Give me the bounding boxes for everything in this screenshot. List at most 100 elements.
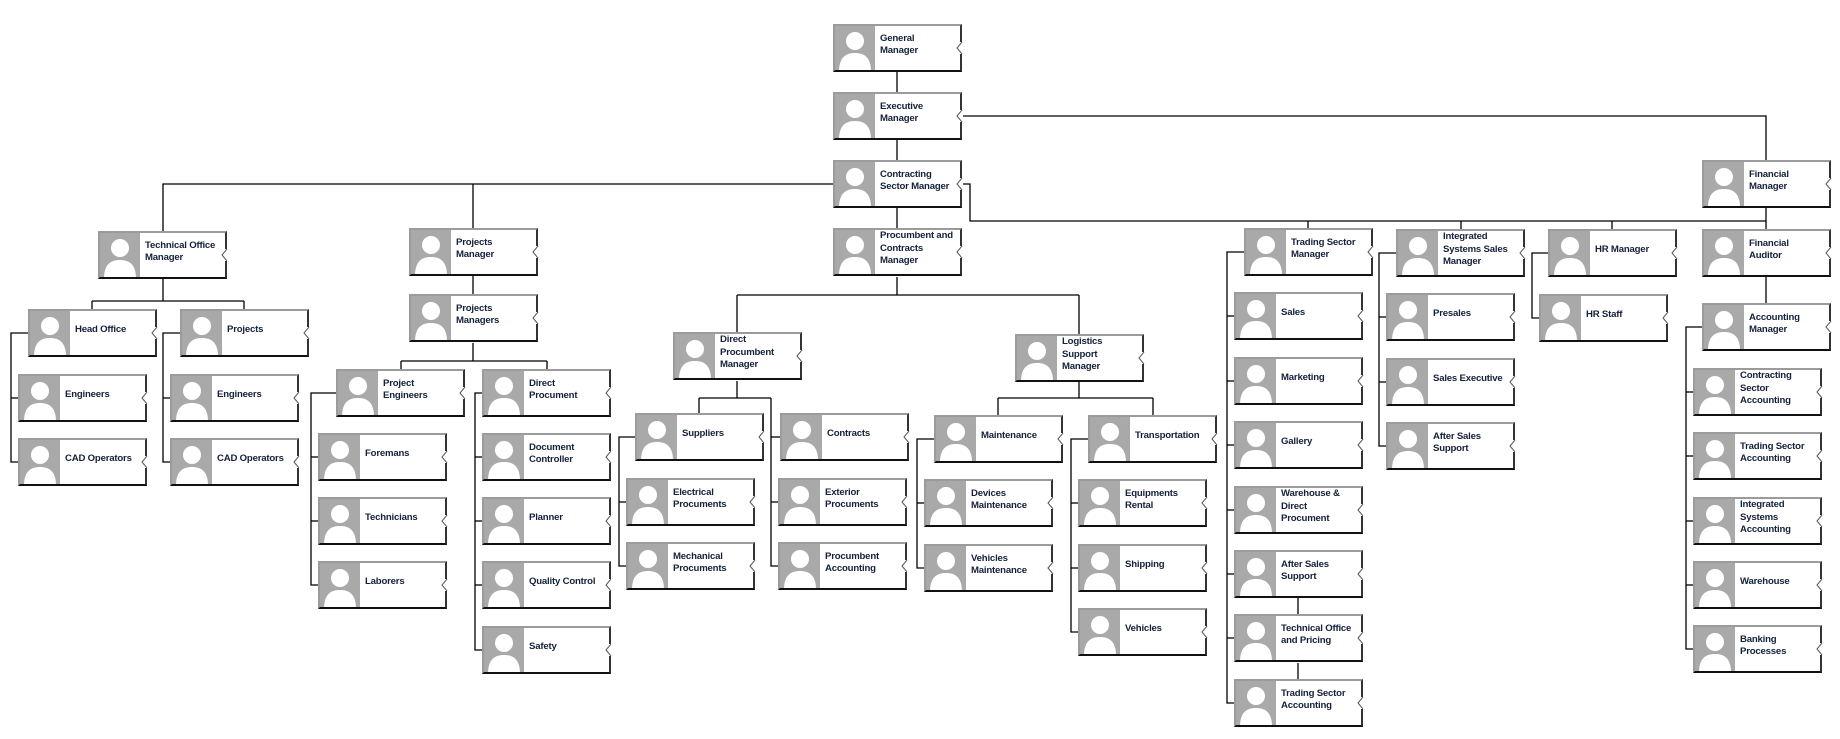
org-node-mechanical-procuments[interactable]: Mechanical Procuments — [626, 542, 756, 590]
collapse-toggle[interactable] — [532, 312, 539, 324]
collapse-toggle[interactable] — [1047, 497, 1054, 509]
org-node-financial-auditor[interactable]: Financial Auditor — [1702, 229, 1832, 277]
collapse-toggle[interactable] — [1357, 697, 1364, 709]
collapse-toggle[interactable] — [1825, 321, 1832, 333]
collapse-toggle[interactable] — [1357, 504, 1364, 516]
collapse-toggle[interactable] — [749, 560, 756, 572]
collapse-toggle[interactable] — [749, 496, 756, 508]
collapse-toggle[interactable] — [1047, 562, 1054, 574]
org-node-warehouse-direct-procument[interactable]: Warehouse & Direct Procument — [1234, 486, 1364, 534]
org-node-gallery[interactable]: Gallery — [1234, 421, 1364, 469]
org-node-executive-manager[interactable]: Executive Manager — [833, 92, 963, 140]
org-node-sales[interactable]: Sales — [1234, 292, 1364, 340]
org-node-contracting-sector-manager[interactable]: Contracting Sector Manager — [833, 160, 963, 208]
org-node-foremans[interactable]: Foremans — [318, 433, 448, 481]
collapse-toggle[interactable] — [141, 456, 148, 468]
collapse-toggle[interactable] — [441, 515, 448, 527]
org-node-head-office-cad-operators[interactable]: CAD Operators — [18, 438, 148, 486]
org-node-contracting-sector-accounting[interactable]: Contracting Sector Accounting — [1693, 368, 1823, 416]
collapse-toggle[interactable] — [1816, 579, 1823, 591]
org-node-general-manager[interactable]: General Manager — [833, 24, 963, 72]
collapse-toggle[interactable] — [605, 387, 612, 399]
collapse-toggle[interactable] — [1671, 247, 1678, 259]
collapse-toggle[interactable] — [796, 350, 803, 362]
collapse-toggle[interactable] — [459, 387, 466, 399]
org-node-projects-manager[interactable]: Projects Manager — [409, 228, 539, 276]
org-node-hr-manager[interactable]: HR Manager — [1548, 229, 1678, 277]
collapse-toggle[interactable] — [1357, 568, 1364, 580]
org-node-technical-office-manager[interactable]: Technical Office Manager — [98, 231, 228, 279]
org-node-integrated-systems-sales-manager[interactable]: Integrated Systems Sales Manager — [1396, 229, 1526, 277]
org-node-transportation[interactable]: Transportation — [1088, 415, 1218, 463]
org-node-projects[interactable]: Projects — [180, 309, 310, 357]
org-node-project-engineers[interactable]: Project Engineers — [336, 369, 466, 417]
collapse-toggle[interactable] — [1357, 375, 1364, 387]
collapse-toggle[interactable] — [532, 246, 539, 258]
org-node-integrated-after-sales-support[interactable]: After Sales Support — [1386, 422, 1516, 470]
collapse-toggle[interactable] — [901, 560, 908, 572]
org-node-maintenance[interactable]: Maintenance — [934, 415, 1064, 463]
collapse-toggle[interactable] — [1816, 386, 1823, 398]
collapse-toggle[interactable] — [1509, 376, 1516, 388]
org-node-planner[interactable]: Planner — [482, 497, 612, 545]
collapse-toggle[interactable] — [221, 249, 228, 261]
collapse-toggle[interactable] — [605, 579, 612, 591]
collapse-toggle[interactable] — [956, 246, 963, 258]
collapse-toggle[interactable] — [1509, 440, 1516, 452]
collapse-toggle[interactable] — [141, 392, 148, 404]
collapse-toggle[interactable] — [956, 110, 963, 122]
org-node-document-controller[interactable]: Document Controller — [482, 433, 612, 481]
collapse-toggle[interactable] — [1816, 515, 1823, 527]
collapse-toggle[interactable] — [605, 451, 612, 463]
collapse-toggle[interactable] — [1825, 247, 1832, 259]
collapse-toggle[interactable] — [1662, 312, 1669, 324]
collapse-toggle[interactable] — [151, 327, 158, 339]
org-node-vehicles-maintenance[interactable]: Vehicles Maintenance — [924, 544, 1054, 592]
org-node-banking-processes[interactable]: Banking Processes — [1693, 625, 1823, 673]
org-node-trading-sector-manager[interactable]: Trading Sector Manager — [1244, 228, 1374, 276]
org-node-exterior-procuments[interactable]: Exterior Procuments — [778, 478, 908, 526]
collapse-toggle[interactable] — [1509, 311, 1516, 323]
org-node-direct-procumbent-manager[interactable]: Direct Procumbent Manager — [673, 332, 803, 380]
collapse-toggle[interactable] — [1816, 643, 1823, 655]
org-node-projects-cad-operators[interactable]: CAD Operators — [170, 438, 300, 486]
collapse-toggle[interactable] — [605, 644, 612, 656]
org-node-accounting-manager[interactable]: Accounting Manager — [1702, 303, 1832, 351]
org-node-laborers[interactable]: Laborers — [318, 561, 448, 609]
org-node-electrical-procuments[interactable]: Electrical Procuments — [626, 478, 756, 526]
org-node-direct-procument[interactable]: Direct Procument — [482, 369, 612, 417]
collapse-toggle[interactable] — [1057, 433, 1064, 445]
collapse-toggle[interactable] — [1201, 562, 1208, 574]
collapse-toggle[interactable] — [903, 431, 910, 443]
org-node-quality-control[interactable]: Quality Control — [482, 561, 612, 609]
collapse-toggle[interactable] — [303, 327, 310, 339]
org-node-suppliers[interactable]: Suppliers — [635, 413, 765, 461]
org-node-devices-maintenance[interactable]: Devices Maintenance — [924, 479, 1054, 527]
org-node-logistics-support-manager[interactable]: Logistics Support Manager — [1015, 334, 1145, 382]
org-node-integrated-systems-accounting[interactable]: Integrated Systems Accounting — [1693, 497, 1823, 545]
collapse-toggle[interactable] — [1201, 626, 1208, 638]
org-node-sales-executive[interactable]: Sales Executive — [1386, 358, 1516, 406]
collapse-toggle[interactable] — [441, 579, 448, 591]
org-node-marketing[interactable]: Marketing — [1234, 357, 1364, 405]
collapse-toggle[interactable] — [1201, 497, 1208, 509]
collapse-toggle[interactable] — [441, 451, 448, 463]
org-node-presales[interactable]: Presales — [1386, 293, 1516, 341]
org-node-projects-managers[interactable]: Projects Managers — [409, 294, 539, 342]
collapse-toggle[interactable] — [605, 515, 612, 527]
collapse-toggle[interactable] — [1357, 439, 1364, 451]
collapse-toggle[interactable] — [293, 456, 300, 468]
collapse-toggle[interactable] — [1519, 247, 1526, 259]
org-node-technicians[interactable]: Technicians — [318, 497, 448, 545]
org-node-head-office-engineers[interactable]: Engineers — [18, 374, 148, 422]
org-node-trading-sector-accounting-t[interactable]: Trading Sector Accounting — [1234, 679, 1364, 727]
org-node-technical-office-pricing[interactable]: Technical Office and Pricing — [1234, 614, 1364, 662]
org-node-warehouse[interactable]: Warehouse — [1693, 561, 1823, 609]
collapse-toggle[interactable] — [956, 42, 963, 54]
org-node-trading-sector-accounting-f[interactable]: Trading Sector Accounting — [1693, 432, 1823, 480]
collapse-toggle[interactable] — [1367, 246, 1374, 258]
collapse-toggle[interactable] — [901, 496, 908, 508]
org-node-trading-after-sales-support[interactable]: After Sales Support — [1234, 550, 1364, 598]
org-node-shipping[interactable]: Shipping — [1078, 544, 1208, 592]
collapse-toggle[interactable] — [1816, 450, 1823, 462]
